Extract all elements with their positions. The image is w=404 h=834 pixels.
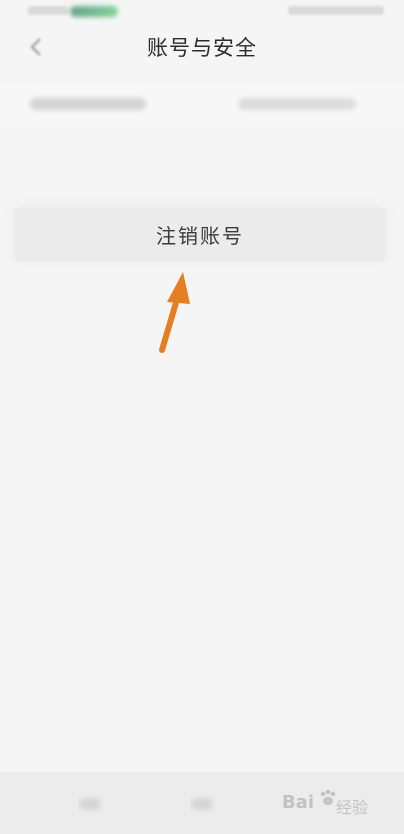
watermark-brand: Bai	[282, 792, 315, 813]
arrow-icon	[152, 270, 198, 356]
paw-icon	[318, 788, 338, 808]
settings-row[interactable]	[0, 82, 404, 128]
watermark: Bai 经验	[282, 784, 374, 824]
settings-row-label-blur	[30, 98, 146, 110]
watermark-suffix: 经验	[336, 798, 369, 817]
delete-account-label: 注销账号	[156, 223, 244, 248]
bottom-nav-item[interactable]	[80, 798, 100, 810]
bottom-nav-item[interactable]	[192, 798, 212, 810]
status-right-blur	[288, 6, 384, 15]
status-time-blur	[28, 6, 68, 15]
settings-row-value-blur	[238, 98, 356, 110]
nav-bar: 账号与安全	[0, 24, 404, 70]
delete-account-button[interactable]: 注销账号	[14, 207, 386, 261]
page-title: 账号与安全	[147, 36, 257, 60]
status-bar	[0, 0, 404, 24]
status-indicator	[70, 6, 118, 17]
